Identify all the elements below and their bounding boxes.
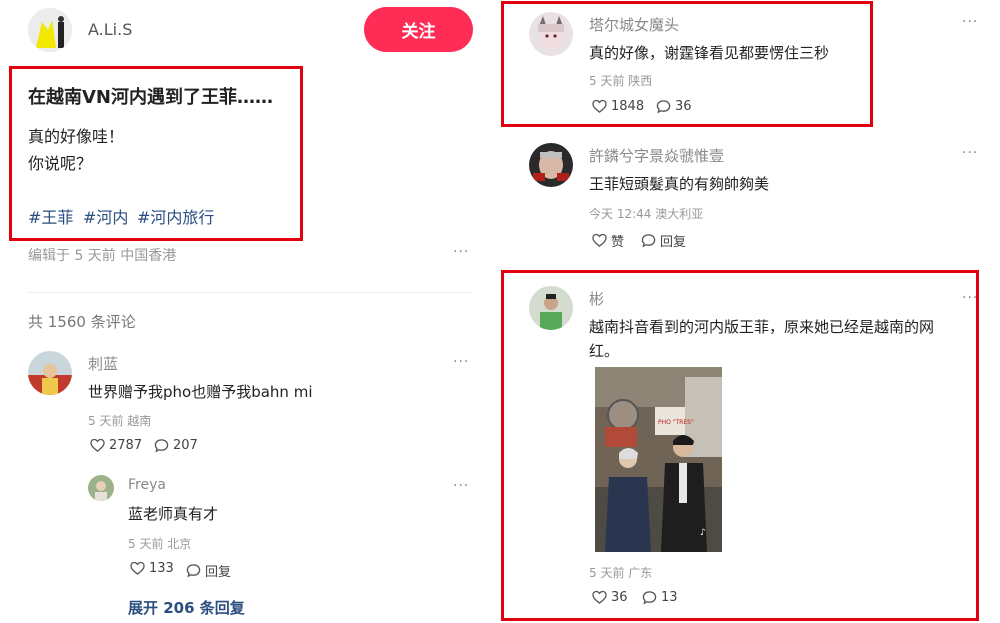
like-button[interactable]: 2787 — [90, 438, 142, 453]
author-name[interactable]: A.Li.S — [88, 20, 132, 39]
follow-button[interactable]: 关注 — [364, 7, 473, 52]
edit-info: 编辑于 5 天前 中国香港 — [28, 248, 177, 264]
expand-replies-link[interactable]: 展开 206 条回复 — [128, 597, 245, 618]
like-label: 赞 — [611, 235, 625, 250]
comment-username[interactable]: 刺蓝 — [88, 353, 118, 374]
avatar[interactable] — [28, 351, 72, 395]
avatar[interactable] — [529, 143, 573, 187]
highlight-box — [501, 270, 979, 621]
avatar[interactable] — [88, 475, 114, 501]
reply-label: 回复 — [205, 565, 232, 580]
comment-icon — [641, 234, 656, 248]
like-button[interactable]: 133 — [130, 561, 174, 576]
comment-icon — [154, 439, 169, 453]
like-count: 133 — [149, 561, 174, 576]
reply-button[interactable]: 回复 — [186, 561, 231, 580]
comment-count: 共 1560 条评论 — [28, 313, 136, 331]
more-icon[interactable]: ··· — [453, 354, 469, 370]
highlight-box — [501, 1, 873, 127]
comment-text: 世界赠予我pho也赠予我bahn mi — [88, 383, 313, 401]
reply-button[interactable]: 207 — [154, 438, 198, 453]
reply-label: 回复 — [660, 235, 687, 250]
author-avatar[interactable] — [28, 8, 72, 52]
comment-icon — [186, 564, 201, 578]
highlight-box — [9, 66, 303, 241]
reply-button[interactable]: 回复 — [641, 231, 686, 250]
more-icon[interactable]: ··· — [453, 478, 469, 494]
more-icon[interactable]: ··· — [962, 145, 978, 161]
heart-icon — [592, 233, 607, 247]
comment-meta: 今天 12:44 澳大利亚 — [589, 207, 704, 221]
comment-username[interactable]: 許鏻兮字景焱虢惟壹 — [589, 145, 724, 166]
more-icon[interactable]: ··· — [453, 244, 469, 260]
like-count: 2787 — [109, 438, 143, 453]
reply-username[interactable]: Freya — [128, 477, 166, 493]
reply-count: 207 — [173, 438, 198, 453]
comment-meta: 5 天前 越南 — [88, 414, 152, 428]
more-icon[interactable]: ··· — [962, 14, 978, 30]
reply-text: 蓝老师真有才 — [128, 505, 219, 523]
heart-icon — [90, 438, 105, 452]
reply-meta: 5 天前 北京 — [128, 537, 192, 551]
divider — [28, 292, 473, 293]
heart-icon — [130, 561, 145, 575]
like-button[interactable]: 赞 — [592, 231, 624, 250]
comment-text: 王菲短頭髮真的有夠帥夠美 — [589, 175, 770, 193]
